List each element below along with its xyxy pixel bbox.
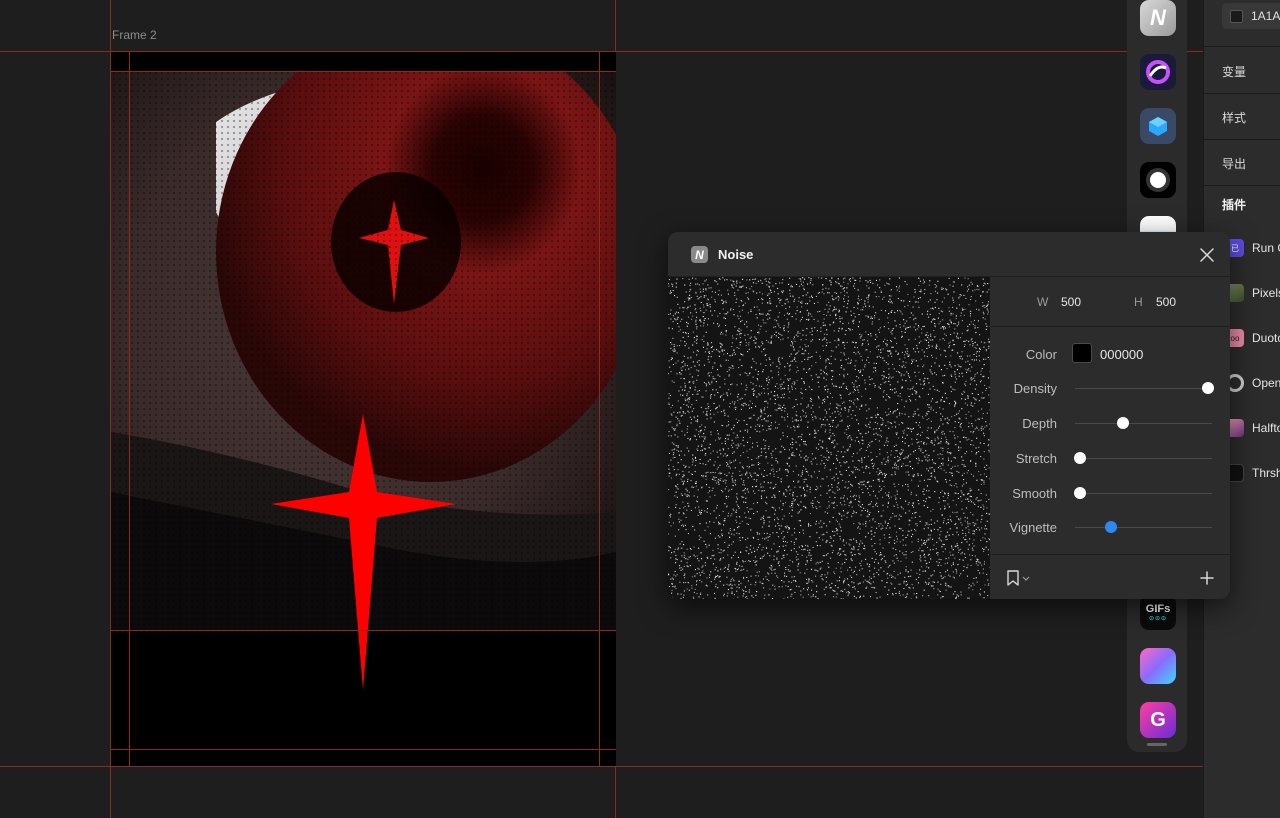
section-export[interactable]: 导出 [1222,155,1246,172]
vignette-label: Vignette [1009,520,1057,535]
cube-plugin-icon[interactable] [1140,108,1176,144]
plugin-label: Halfto [1252,421,1280,435]
panel-divider [1204,139,1280,140]
plugin-label: Open [1252,376,1280,390]
density-slider-handle[interactable] [1201,382,1214,394]
guide-line [129,52,130,766]
plus-icon [1200,571,1214,585]
glow-plugin-icon[interactable] [1140,162,1176,198]
plugin-run-c[interactable]: 已 Run C [1226,237,1280,259]
height-input[interactable]: 500 [1156,295,1176,309]
noise-preview [668,277,990,599]
app-window: Frame 2 N GIFs ⊙⊙⊙ G 1A1A 变量 样式 导出 插件 已 … [0,0,1280,818]
gifs-plugin-icon[interactable]: GIFs ⊙⊙⊙ [1140,594,1176,630]
section-variables[interactable]: 变量 [1222,63,1246,80]
modal-footer [990,554,1230,599]
dock-resize-handle[interactable] [1147,743,1167,746]
panel-divider [1204,46,1280,47]
fill-hex-value: 1A1A1 [1251,9,1280,23]
vignette-slider-track[interactable] [1075,521,1212,533]
guide-line [111,630,616,631]
plugin-label: Run C [1252,241,1280,255]
gifs-icon-label: GIFs [1145,602,1171,615]
noise-controls: W 500 H 500 Color 000000 Density Depth S… [990,277,1230,599]
fill-color-field[interactable]: 1A1A1 [1222,3,1280,29]
depth-slider-track[interactable] [1075,417,1212,429]
panel-divider [1204,185,1280,186]
noise-color-swatch[interactable] [1072,343,1092,363]
smooth-slider-track[interactable] [1074,487,1212,499]
frame-2[interactable] [111,52,616,766]
smooth-label: Smooth [1012,486,1057,501]
vignette-slider-handle[interactable] [1104,521,1117,533]
plugin-pixels[interactable]: Pixels [1226,282,1280,304]
guide-line [0,766,1203,767]
depth-slider-handle[interactable] [1116,417,1129,429]
noise-preview-image [668,277,990,599]
noise-color-input[interactable]: 000000 [1100,347,1143,362]
add-button[interactable] [1198,569,1216,587]
guide-line [111,71,616,72]
noise-logo-icon: N [691,246,708,263]
gifs-icon-dots: ⊙⊙⊙ [1148,615,1168,622]
plugin-open[interactable]: Open [1226,372,1280,394]
modal-header[interactable]: N Noise [668,232,1230,277]
fill-swatch[interactable] [1230,9,1243,23]
width-label: W [1037,295,1049,309]
plugin-threshold[interactable]: Thrsh [1226,462,1280,484]
close-icon[interactable] [1198,246,1216,264]
stretch-slider-handle[interactable] [1074,452,1087,464]
stretch-label: Stretch [1015,451,1057,466]
dimensions-row: W 500 H 500 [990,277,1230,327]
panel-divider [1204,93,1280,94]
bookmark-icon [1007,570,1030,586]
plugin-halftone[interactable]: Halfto [1226,417,1280,439]
guide-line [111,749,616,750]
density-slider-track[interactable] [1075,382,1214,394]
guide-line [599,52,600,766]
g-plugin-icon[interactable]: G [1140,702,1176,738]
plugin-duotone[interactable]: oo Duoto [1226,327,1280,349]
stretch-slider-track[interactable] [1074,452,1212,464]
color-label: Color [1025,347,1057,362]
plugin-label: Duoto [1252,331,1280,345]
section-styles[interactable]: 样式 [1222,109,1246,126]
plugin-label: Thrsh [1252,466,1280,480]
noise-plugin-icon[interactable]: N [1140,0,1176,36]
noise-plugin-window: N Noise W 500 H 500 Color 000000 Density [668,232,1230,599]
height-label: H [1134,295,1143,309]
eye-artwork [111,52,616,766]
bookmark-presets-button[interactable] [1006,569,1032,587]
swirl-plugin-icon[interactable] [1140,54,1176,90]
plugin-label: Pixels [1252,286,1280,300]
section-plugins[interactable]: 插件 [1222,196,1246,213]
width-input[interactable]: 500 [1061,295,1081,309]
depth-label: Depth [1022,416,1057,431]
modal-title: Noise [718,247,754,262]
frame-label[interactable]: Frame 2 [112,28,157,42]
density-label: Density [1013,381,1057,396]
smooth-slider-handle[interactable] [1074,487,1087,499]
mesh-gradient-plugin-icon[interactable] [1140,648,1176,684]
